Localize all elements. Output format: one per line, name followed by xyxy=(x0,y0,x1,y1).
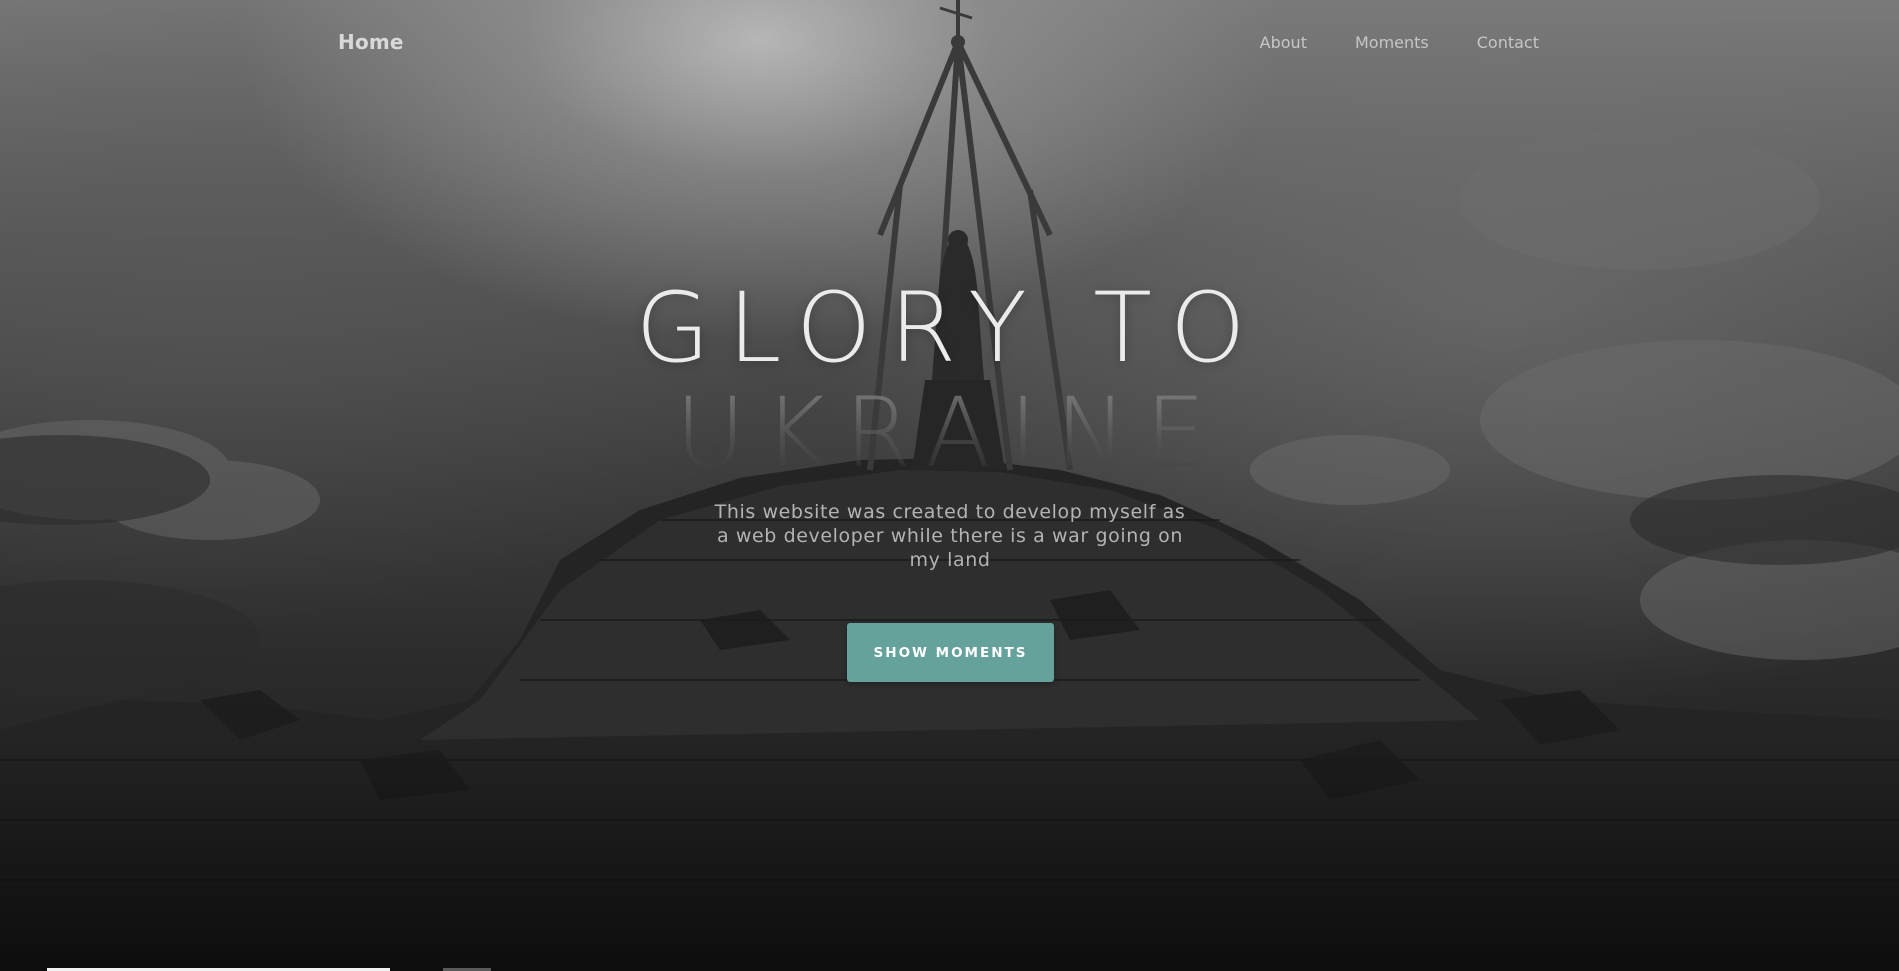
bottom-fade xyxy=(0,731,1899,971)
hero-title-line2: UKRAINE xyxy=(0,385,1899,481)
nav-link-moments[interactable]: Moments xyxy=(1355,33,1429,52)
hero-section: Home About Moments Contact GLORY TO UKRA… xyxy=(0,0,1899,971)
nav-home-link[interactable]: Home xyxy=(338,30,404,54)
show-moments-button[interactable]: SHOW MOMENTS xyxy=(847,623,1054,682)
nav-menu: About Moments Contact xyxy=(1260,33,1539,52)
nav-link-about[interactable]: About xyxy=(1260,33,1307,52)
hero-subtitle: This website was created to develop myse… xyxy=(714,501,1186,571)
nav-link-contact[interactable]: Contact xyxy=(1477,33,1539,52)
hero-title-line1: GLORY TO xyxy=(635,272,1264,384)
